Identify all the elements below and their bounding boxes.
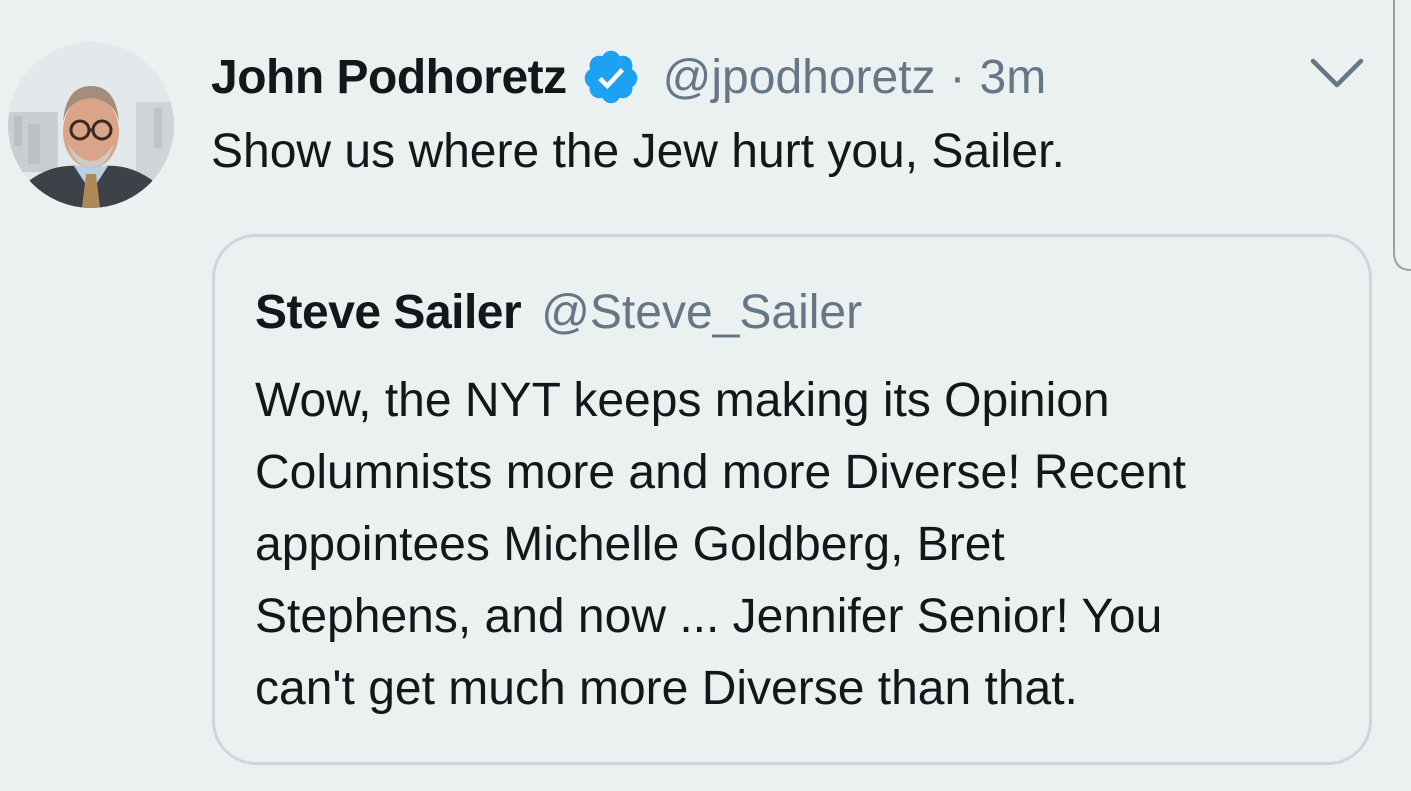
verified-badge-icon <box>581 47 641 107</box>
quoted-author-handle: @Steve_Sailer <box>541 286 863 339</box>
quoted-tweet-header: Steve Sailer @Steve_Sailer <box>255 285 862 340</box>
quoted-tweet-text: Wow, the NYT keeps making its Opinion Co… <box>255 365 1345 725</box>
quoted-text-line: appointees Michelle Goldberg, Bret <box>255 518 1005 571</box>
separator-dot: · <box>949 50 966 104</box>
quoted-text-line: Stephens, and now ... Jennifer Senior! Y… <box>255 590 1163 643</box>
author-display-name[interactable]: John Podhoretz <box>211 50 567 105</box>
quoted-text-line: Wow, the NYT keeps making its Opinion <box>255 374 1110 427</box>
tweet[interactable]: John Podhoretz @jpodhoretz · 3m Show us … <box>0 0 1411 791</box>
panel-edge-divider <box>1393 0 1411 272</box>
author-avatar[interactable] <box>8 42 174 208</box>
tweet-text: Show us where the Jew hurt you, Sailer. <box>211 125 1065 178</box>
quoted-text-line: Columnists more and more Diverse! Recent <box>255 446 1187 499</box>
tweet-timestamp[interactable]: 3m <box>980 50 1047 105</box>
chevron-down-icon[interactable] <box>1309 55 1365 91</box>
quoted-tweet-card[interactable]: Steve Sailer @Steve_Sailer Wow, the NYT … <box>212 234 1372 765</box>
avatar-image <box>8 42 174 208</box>
author-handle[interactable]: @jpodhoretz <box>663 50 936 105</box>
tweet-header: John Podhoretz @jpodhoretz · 3m <box>211 44 1046 110</box>
quoted-text-line: can't get much more Diverse than that. <box>255 662 1078 715</box>
quoted-author-display-name: Steve Sailer <box>255 286 522 339</box>
